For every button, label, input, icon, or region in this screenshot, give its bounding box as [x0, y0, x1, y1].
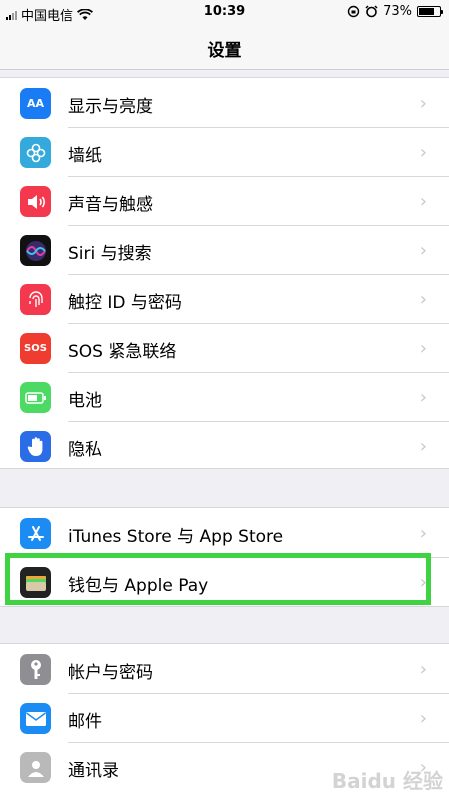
row-battery[interactable]: 电池 ›: [0, 373, 449, 422]
alarm-icon: [365, 5, 378, 18]
row-sounds[interactable]: 声音与触感 ›: [0, 177, 449, 226]
row-label: 帐户与密码: [68, 663, 153, 683]
contacts-icon: [20, 752, 51, 783]
status-bar: 中国电信 10:39 73%: [0, 0, 449, 26]
chevron-right-icon: ›: [419, 523, 427, 544]
row-label: SOS 紧急联络: [68, 342, 177, 362]
chevron-right-icon: ›: [419, 572, 427, 593]
row-label: 钱包与 Apple Pay: [68, 576, 209, 596]
app-store-icon: [20, 518, 51, 549]
siri-icon: [20, 235, 51, 266]
row-label: Siri 与搜索: [68, 244, 152, 264]
sound-icon: [20, 186, 51, 217]
key-icon: [20, 654, 51, 685]
sos-icon: SOS: [20, 333, 51, 364]
row-label: iTunes Store 与 App Store: [68, 527, 284, 547]
touch-id-icon: [20, 284, 51, 315]
chevron-right-icon: ›: [419, 191, 427, 212]
chevron-right-icon: ›: [419, 436, 427, 457]
settings-group-1: AA 显示与亮度 › 墙纸 › 声音与触感 › Siri 与搜索 › 触控 ID…: [0, 77, 449, 469]
row-accounts-passwords[interactable]: 帐户与密码 ›: [0, 645, 449, 694]
row-privacy[interactable]: 隐私 ›: [0, 422, 449, 471]
battery-percent: 73%: [383, 4, 412, 19]
row-wallpaper[interactable]: 墙纸 ›: [0, 128, 449, 177]
watermark: Baidu 经验: [331, 769, 443, 793]
mail-icon: [20, 703, 51, 734]
row-wallet-apple-pay[interactable]: 钱包与 Apple Pay ›: [0, 558, 449, 607]
row-label: 电池: [68, 391, 102, 411]
chevron-right-icon: ›: [419, 142, 427, 163]
display-brightness-icon: AA: [20, 88, 51, 119]
row-label: 触控 ID 与密码: [68, 293, 182, 313]
row-label: 通讯录: [68, 761, 119, 781]
row-label: 声音与触感: [68, 195, 153, 215]
chevron-right-icon: ›: [419, 240, 427, 261]
row-siri[interactable]: Siri 与搜索 ›: [0, 226, 449, 275]
privacy-hand-icon: [20, 431, 51, 462]
rotation-lock-icon: [347, 5, 360, 18]
row-label: 显示与亮度: [68, 97, 153, 117]
row-sos[interactable]: SOS SOS 紧急联络 ›: [0, 324, 449, 373]
row-display-brightness[interactable]: AA 显示与亮度 ›: [0, 79, 449, 128]
chevron-right-icon: ›: [419, 387, 427, 408]
status-right: 73%: [347, 4, 443, 19]
battery-icon: [20, 382, 51, 413]
row-label: 隐私: [68, 440, 102, 460]
chevron-right-icon: ›: [419, 708, 427, 729]
chevron-right-icon: ›: [419, 659, 427, 680]
chevron-right-icon: ›: [419, 93, 427, 114]
row-touch-id[interactable]: 触控 ID 与密码 ›: [0, 275, 449, 324]
row-mail[interactable]: 邮件 ›: [0, 694, 449, 743]
settings-group-2: iTunes Store 与 App Store › 钱包与 Apple Pay…: [0, 507, 449, 607]
battery-level: [419, 8, 434, 15]
row-itunes-app-store[interactable]: iTunes Store 与 App Store ›: [0, 509, 449, 558]
nav-bar: 设置: [0, 26, 449, 70]
chevron-right-icon: ›: [419, 289, 427, 310]
battery-icon: [417, 6, 443, 17]
wallet-icon: [20, 567, 51, 598]
wallpaper-icon: [20, 137, 51, 168]
row-label: 邮件: [68, 712, 102, 732]
sos-icon-text: SOS: [24, 343, 47, 354]
row-label: 墙纸: [68, 146, 102, 166]
page-title: 设置: [207, 41, 242, 61]
chevron-right-icon: ›: [419, 338, 427, 359]
